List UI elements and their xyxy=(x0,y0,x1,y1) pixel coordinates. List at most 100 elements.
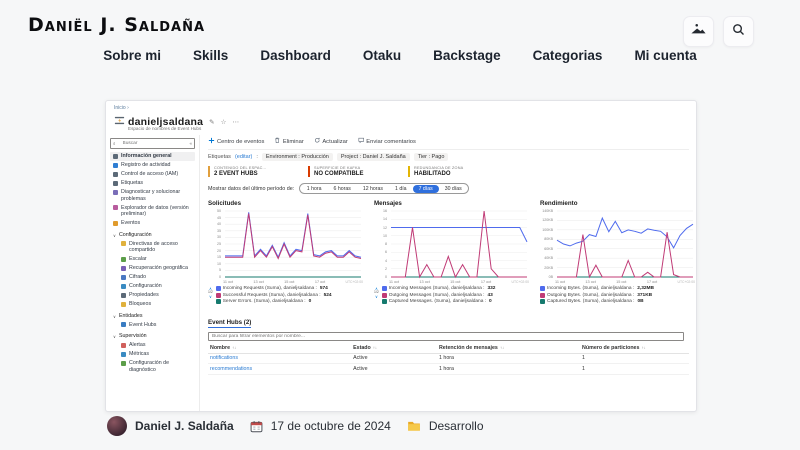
nav-item-sobre-mi[interactable]: Sobre mi xyxy=(103,48,161,63)
chart-title: Rendimiento xyxy=(540,200,695,207)
period-option-1-hora[interactable]: 1 hora xyxy=(301,185,328,193)
sidebar-item-eventos[interactable]: Eventos xyxy=(110,219,195,228)
nav-item-otaku[interactable]: Otaku xyxy=(363,48,401,63)
breadcrumb[interactable]: Inicio › xyxy=(114,105,129,111)
column-header-n-mero-de-particiones[interactable]: Número de particiones ↑↓ xyxy=(582,345,687,351)
legend-swatch xyxy=(382,293,387,298)
collapse-icon[interactable]: « xyxy=(189,141,192,146)
sidebar-item-m-tricas[interactable]: Métricas xyxy=(110,350,195,359)
nav-item-skills[interactable]: Skills xyxy=(193,48,228,63)
search-button[interactable] xyxy=(723,16,754,47)
x-tick-label: 13 oct xyxy=(585,280,595,284)
sidebar-item-configuraci-n[interactable]: ∨Configuración xyxy=(110,231,195,240)
edit-title-icon[interactable]: ✎ xyxy=(209,118,214,126)
sidebar-item-directivas-de-acceso-compartido[interactable]: Directivas de acceso compartido xyxy=(110,240,195,256)
period-option-1-d-a[interactable]: 1 día xyxy=(389,185,413,193)
y-tick-label: 40 xyxy=(208,222,221,226)
sidebar-item-configuraci-n-de-diagn-stico[interactable]: Configuración de diagnóstico xyxy=(110,359,195,375)
period-option-7-d-as[interactable]: 7 días xyxy=(413,185,439,193)
sidebar-item-supervisi-n[interactable]: ∨Supervisión xyxy=(110,332,195,341)
y-tick-label: 50 xyxy=(208,209,221,213)
mountain-button[interactable] xyxy=(683,16,714,47)
legend-pager[interactable]: ∧1/2∨ xyxy=(208,287,213,299)
sidebar-item-explorador-de-datos-versi-n-preliminar[interactable]: Explorador de datos (versión preliminar) xyxy=(110,204,195,220)
sidebar-item-event-hubs[interactable]: Event Hubs xyxy=(110,321,195,330)
actualizar-button[interactable]: Actualizar xyxy=(314,137,348,146)
chevron-down-icon[interactable]: ∨ xyxy=(375,295,378,299)
event-hubs-section: Event Hubs (2) Nombre ↑↓Estado ↑↓Retenci… xyxy=(208,311,689,375)
sidebar-item-etiquetas[interactable]: Etiquetas xyxy=(110,179,195,188)
table-cell: 1 hora xyxy=(439,355,582,361)
event-hub-link[interactable]: notifications xyxy=(210,355,353,361)
legend-item: Outgoing Messages (Suma), danieljsaldana… xyxy=(382,293,496,298)
search-icon: ⌕ xyxy=(113,141,116,146)
sidebar-item-recuperaci-n-geogr-fica[interactable]: Recuperación geográfica xyxy=(110,264,195,273)
sidebar-item-label: Cifrado xyxy=(129,274,146,281)
sidebar-item-entidades[interactable]: ∨Entidades xyxy=(110,312,195,321)
header-actions xyxy=(683,16,754,47)
column-header-estado[interactable]: Estado ↑↓ xyxy=(353,345,439,351)
chevron-down-icon[interactable]: ∨ xyxy=(209,295,212,299)
sidebar-item-control-de-acceso-iam[interactable]: Control de acceso (IAM) xyxy=(110,170,195,179)
more-icon[interactable]: ⋯ xyxy=(232,118,239,126)
sidebar-item-configuraci-n[interactable]: Configuración xyxy=(110,282,195,291)
favorite-icon[interactable]: ☆ xyxy=(221,118,227,126)
x-axis-labels: 11 oct13 oct15 oct17 octUTC+02:00 xyxy=(555,280,695,284)
data-explorer-icon xyxy=(113,205,118,210)
geo-recovery-icon xyxy=(121,266,126,271)
nav-item-backstage[interactable]: Backstage xyxy=(433,48,501,63)
centro-de-eventos-button[interactable]: Centro de eventos xyxy=(208,137,264,146)
legend-pager[interactable]: ∧1/2∨ xyxy=(374,287,379,299)
sidebar-item-label: Eventos xyxy=(121,220,140,227)
sidebar-item-alertas[interactable]: Alertas xyxy=(110,341,195,350)
legend-value: 43 xyxy=(487,293,492,298)
sidebar-item-diagnosticar-y-solucionar-problemas[interactable]: Diagnosticar y solucionar problemas xyxy=(110,188,195,204)
chevron-down-icon: ∨ xyxy=(113,334,116,339)
legend-swatch xyxy=(540,299,545,304)
page-subtitle: Espacio de nombres de Event Hubs xyxy=(128,126,201,131)
sidebar-search[interactable]: ⌕ « xyxy=(110,138,195,149)
x-axis-labels: 11 oct13 oct15 oct17 octUTC+02:00 xyxy=(389,280,529,284)
chart-mensajes: Mensajes161412108642011 oct13 oct15 oct1… xyxy=(374,200,529,304)
sidebar-search-input[interactable] xyxy=(123,141,183,146)
tags-icon xyxy=(113,181,118,186)
legend-label: Incoming Requests (Suma), danieljsaldana… xyxy=(223,286,317,291)
encryption-icon xyxy=(121,275,126,280)
sidebar-item-bloqueos[interactable]: Bloqueos xyxy=(110,300,195,309)
search-icon xyxy=(731,22,746,42)
event-hubs-filter-input[interactable] xyxy=(208,332,684,341)
period-option-6-horas[interactable]: 6 horas xyxy=(328,185,357,193)
tab-event-hubs[interactable]: Event Hubs (2) xyxy=(208,319,251,328)
enviar-comentarios-button[interactable]: Enviar comentarios xyxy=(358,137,416,146)
eliminar-button[interactable]: Eliminar xyxy=(274,137,303,146)
period-option-12-horas[interactable]: 12 horas xyxy=(357,185,389,193)
sidebar-item-label: Bloqueos xyxy=(129,301,151,308)
y-tick-label: 0 xyxy=(374,275,387,279)
command-bar: Centro de eventos Eliminar Actualizar Envia… xyxy=(208,137,689,150)
table-cell: 1 hora xyxy=(439,366,582,372)
sidebar-item-propiedades[interactable]: Propiedades xyxy=(110,291,195,300)
y-tick-label: 10 xyxy=(374,234,387,238)
azure-portal-screenshot: Inicio › danieljsaldana ✎ ☆ ⋯ Espacio de… xyxy=(105,100,697,412)
period-option-30-d-as[interactable]: 30 días xyxy=(439,185,468,193)
legend-swatch xyxy=(382,299,387,304)
edit-tags-link[interactable]: (editar) xyxy=(235,154,252,160)
x-tick-label: 11 oct xyxy=(389,280,399,284)
sidebar-item-label: Control de acceso (IAM) xyxy=(121,171,178,178)
sidebar-item-informaci-n-general[interactable]: Información general xyxy=(110,152,195,161)
event-hub-link[interactable]: recommendations xyxy=(210,366,353,372)
nav-item-categorias[interactable]: Categorias xyxy=(533,48,603,63)
sidebar-item-cifrado[interactable]: Cifrado xyxy=(110,273,195,282)
column-header-retenci-n-de-mensajes[interactable]: Retención de mensajes ↑↓ xyxy=(439,345,582,351)
legend-item: Captured Bytes. (Suma), danieljsaldana :… xyxy=(540,299,654,304)
column-header-nombre[interactable]: Nombre ↑↓ xyxy=(210,345,353,351)
nav-item-dashboard[interactable]: Dashboard xyxy=(260,48,331,63)
period-selector: 1 hora6 horas12 horas1 día7 días30 días xyxy=(299,183,469,194)
y-tick-label: 40KB xyxy=(540,256,553,260)
site-logo[interactable]: Daniël J. Saldaña xyxy=(28,14,205,36)
sidebar-item-escalar[interactable]: Escalar xyxy=(110,255,195,264)
x-tick-label: 11 oct xyxy=(555,280,565,284)
x-tick-label: 15 oct xyxy=(284,280,294,284)
sidebar-item-registro-de-actividad[interactable]: Registro de actividad xyxy=(110,161,195,170)
nav-item-mi-cuenta[interactable]: Mi cuenta xyxy=(634,48,696,63)
